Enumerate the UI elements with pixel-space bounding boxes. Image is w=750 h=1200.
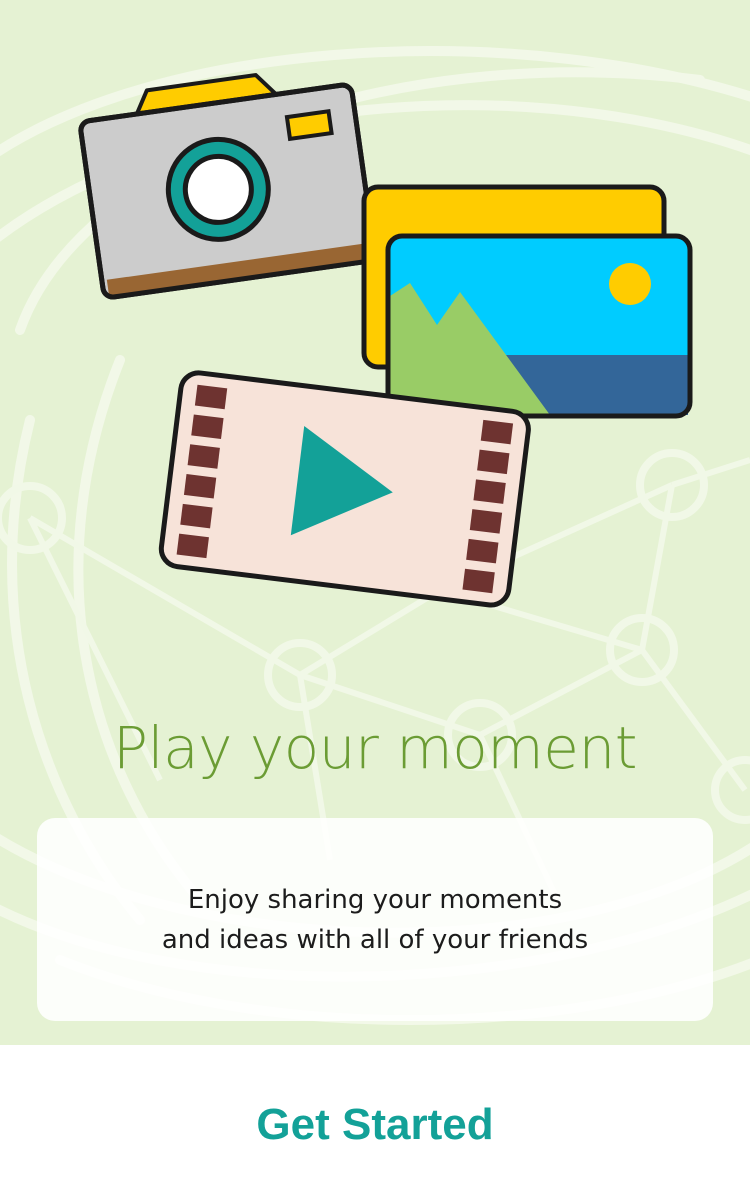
media-illustration <box>78 73 693 608</box>
description-line: and ideas with all of your friends <box>161 924 589 955</box>
photo-gallery-icon <box>361 184 693 419</box>
description-card: Enjoy sharing your moments and ideas wit… <box>37 818 713 1021</box>
video-player-icon <box>158 370 531 608</box>
description-line: Enjoy sharing your moments <box>187 884 563 915</box>
camera-icon <box>78 73 377 300</box>
get-started-button[interactable]: Get Started <box>200 1085 550 1165</box>
page-title: Play your moment <box>113 714 637 782</box>
onboarding-screen: Play your moment Enjoy sharing your mome… <box>0 0 750 1200</box>
hero-section: Play your moment Enjoy sharing your mome… <box>0 0 750 1045</box>
